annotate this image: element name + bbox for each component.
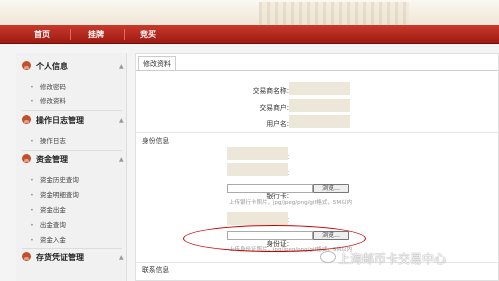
sidebar-item-withdraw[interactable]: 资金出金	[30, 204, 66, 216]
divider	[22, 110, 122, 111]
sidebar-item-fund-history[interactable]: 资金历史查询	[30, 174, 79, 186]
sidebar-section-label: 资金管理	[36, 155, 68, 164]
chevron-up-icon: ▲	[119, 63, 124, 70]
header-banner	[0, 0, 499, 25]
sidebar-section-label: 存货凭证管理	[36, 253, 84, 262]
contact-section-title: 联系信息	[142, 266, 170, 274]
nav-separator	[124, 29, 125, 40]
sidebar-section-stock[interactable]: 存货凭证管理 ▲	[22, 251, 124, 265]
section-divider	[136, 132, 498, 133]
bank-account-value	[227, 163, 288, 176]
sidebar-item-deposit[interactable]: 资金入金	[30, 234, 66, 246]
watermark: 上海邮币卡交易中心	[338, 252, 447, 266]
sidebar: 个人信息 ▲ 修改密码 修改资料 操作日志管理 ▲ 操作日志 资金管理 ▲ 资金历史查…	[16, 53, 127, 281]
sidebar-section-label: 操作日志管理	[36, 116, 84, 125]
wechat-icon	[320, 251, 336, 263]
document-icon	[22, 252, 31, 261]
identity-section-title: 身份信息	[142, 137, 170, 145]
sidebar-section-label: 个人信息	[36, 62, 68, 71]
sidebar-item-edit-profile[interactable]: 修改资料	[30, 95, 66, 107]
tab-underline	[136, 70, 498, 71]
sidebar-item-withdraw-query[interactable]: 出金查询	[30, 219, 66, 231]
chevron-up-icon: ▲	[119, 156, 124, 163]
label-trader-account: 交易商户:	[259, 104, 289, 112]
label-trader-name: 交易商名称:	[252, 87, 289, 95]
sidebar-section-funds[interactable]: 资金管理 ▲	[22, 153, 124, 167]
banner-decoration	[259, 2, 409, 25]
tab-edit-profile[interactable]: 修改资料	[138, 56, 176, 70]
divider	[22, 150, 122, 151]
username-value	[289, 115, 350, 128]
trader-name-value	[289, 82, 350, 95]
sidebar-section-log[interactable]: 操作日志管理 ▲	[22, 114, 124, 128]
money-icon	[22, 154, 31, 163]
sidebar-item-fund-detail[interactable]: 资金明细查询	[30, 189, 79, 201]
nav-home[interactable]: 首页	[22, 25, 62, 44]
nav-bidding[interactable]: 竞买	[130, 25, 166, 44]
nav-separator	[70, 29, 71, 40]
chevron-up-icon: ▲	[119, 117, 124, 124]
label-username: 用户名:	[266, 120, 289, 128]
bank-card-hint: 上传银行卡照片，jpg/jpeg/png/gif格式，5M以内	[229, 200, 353, 206]
user-icon	[22, 61, 31, 70]
trader-account-value	[289, 99, 350, 112]
highlight-circle	[183, 225, 366, 252]
bank-card-file-input[interactable]	[227, 184, 313, 193]
chevron-up-icon: ▲	[119, 254, 124, 261]
bank-card-browse-button[interactable]: 浏览...	[313, 184, 349, 193]
id-number-value	[227, 212, 288, 225]
bank-value	[227, 147, 288, 160]
main-panel: 修改资料 交易商名称: 交易商户: 用户名: 身份信息 开户银行: 银行帐号: …	[135, 53, 499, 281]
divider	[22, 248, 122, 249]
log-icon	[22, 115, 31, 124]
sidebar-item-change-password[interactable]: 修改密码	[30, 81, 66, 93]
top-nav: 首页 挂牌 竞买	[0, 25, 499, 44]
nav-listing[interactable]: 挂牌	[76, 25, 116, 44]
sidebar-section-personal[interactable]: 个人信息 ▲	[22, 60, 124, 74]
sidebar-item-operation-log[interactable]: 操作日志	[30, 135, 66, 147]
